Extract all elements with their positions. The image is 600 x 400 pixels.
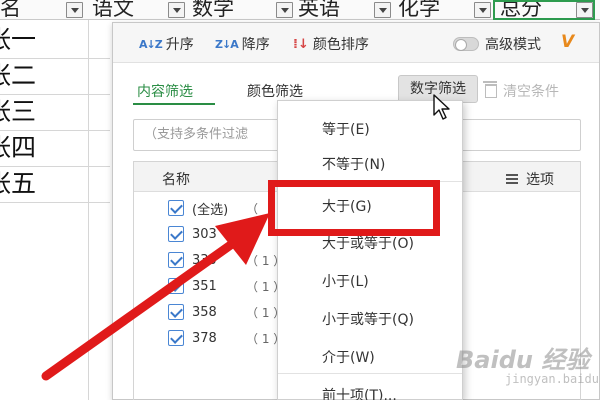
list-item-label: 330 [192,252,217,268]
name-cell[interactable]: 张三 [0,94,46,130]
sort-ascending-label: 升序 [165,37,194,53]
color-sort-label: 颜色排序 [312,37,369,53]
menu-item-between[interactable]: 介于(W) [322,347,375,367]
checkbox-checked-icon[interactable] [168,330,184,346]
checkbox-checked-icon[interactable] [168,304,184,320]
trash-icon [483,81,497,98]
filter-dropdown-english[interactable] [374,2,391,18]
list-item-count: （ [246,202,259,216]
clear-conditions-button[interactable]: 清空条件 [483,81,559,101]
filter-toolbar: A↓Z 升序 Z↓A 降序 ⁞↓ 颜色排序 高级模式 V [113,23,599,63]
column-header-name: 名 [0,0,21,20]
highlight-box [268,180,440,236]
sort-ascending-button[interactable]: A↓Z 升序 [139,33,194,55]
advanced-mode-label: 高级模式 [485,37,541,53]
tab-color-filter[interactable]: 颜色筛选 [247,81,303,101]
menu-item-greater-or-equal[interactable]: 大于或等于(O) [322,233,414,253]
name-cell[interactable]: 张二 [0,58,46,94]
column-header-row: 名 语文 数学 英语 化学 总分 [0,0,600,20]
list-item[interactable]: 303 （ [168,224,258,244]
list-item[interactable]: 378 （ 1 ） [168,328,285,348]
checkbox-checked-icon[interactable] [168,252,184,268]
sort-descending-icon: Z↓A [215,37,239,51]
filter-dropdown-name[interactable] [66,2,83,18]
name-cell[interactable]: 张五 [0,166,46,202]
tab-content-filter[interactable]: 内容筛选 [137,81,193,101]
advanced-mode-toggle[interactable] [453,37,479,51]
list-item-label: 358 [192,304,217,320]
list-item-label: (全选) [192,202,229,218]
options-button[interactable]: 选项 [506,169,554,189]
menu-item-not-equals[interactable]: 不等于(N) [322,154,385,174]
list-item-select-all[interactable]: (全选) （ [168,198,258,218]
active-tab-underline [133,103,215,105]
grid-line [0,202,110,203]
baidu-watermark-url: jingyan.baidu.com [505,372,600,386]
list-item[interactable]: 358 （ 1 ） [168,302,285,322]
clear-conditions-label: 清空条件 [503,84,559,100]
list-item-label: 303 [192,226,217,242]
list-item[interactable]: 330 （ 1 ） [168,250,285,270]
checkbox-checked-icon[interactable] [168,200,184,216]
column-header-chemistry: 化学 [398,0,440,20]
baidu-watermark: Baidu 经验 [456,346,590,374]
filter-dropdown-chinese[interactable] [168,2,185,18]
list-item-label: 351 [192,278,217,294]
color-sort-icon: ⁞↓ [293,36,309,52]
column-header-english: 英语 [298,0,340,20]
name-cell[interactable]: 张一 [0,22,46,58]
sort-descending-button[interactable]: Z↓A 降序 [215,33,270,55]
grid-line [88,20,89,400]
list-item[interactable]: 351 （ 1 ） [168,276,285,296]
menu-item-equals[interactable]: 等于(E) [322,119,370,139]
vip-icon[interactable]: V [561,32,574,52]
options-label: 选项 [526,172,554,188]
list-item-count: （ [246,228,259,242]
menu-separator [278,373,462,374]
options-icon [506,174,518,184]
menu-item-top-ten[interactable]: 前十项(T)... [322,385,397,400]
checkbox-checked-icon[interactable] [168,226,184,242]
sort-descending-label: 降序 [241,37,270,53]
sort-ascending-icon: A↓Z [139,37,163,51]
color-sort-button[interactable]: ⁞↓ 颜色排序 [293,33,369,55]
checkbox-checked-icon[interactable] [168,278,184,294]
menu-item-less-than[interactable]: 小于(L) [322,271,369,291]
value-list-title: 名称 [162,172,190,188]
name-cell[interactable]: 张四 [0,130,46,166]
list-item-label: 378 [192,330,217,346]
menu-item-less-or-equal[interactable]: 小于或等于(Q) [322,309,414,329]
column-header-math: 数学 [192,0,234,20]
active-header-cell [493,0,595,20]
advanced-mode-label-wrap: 高级模式 [485,33,541,55]
column-header-chinese: 语文 [92,0,134,20]
mouse-cursor-icon [433,94,450,120]
filter-dropdown-chemistry[interactable] [474,2,491,18]
filter-dropdown-math[interactable] [276,2,293,18]
number-filter-menu: 等于(E) 不等于(N) 大于(G) 大于或等于(O) 小于(L) 小于或等于(… [277,100,463,400]
